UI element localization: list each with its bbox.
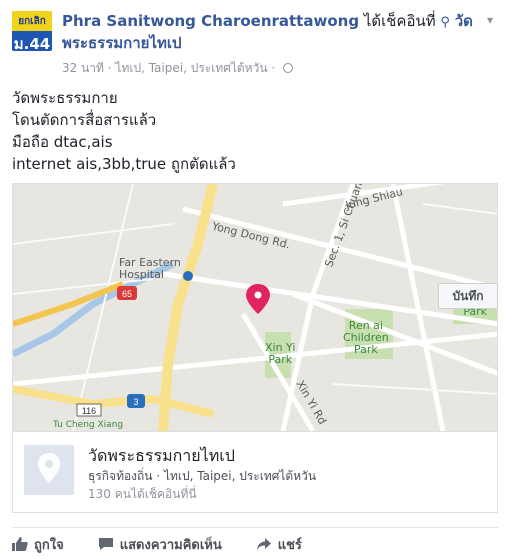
comment-button[interactable]: แสดงความคิดเห็น [98, 534, 222, 555]
hospital-marker [183, 271, 193, 281]
place-info: วัดพระธรรมกายไทเป ธุรกิจท้องถิ่น · ไทเป,… [13, 431, 497, 512]
place-thumbnail[interactable] [24, 445, 74, 495]
map-image[interactable]: 65 3 116 Jung Shiau Yong Dong Rd. Sec. 1… [13, 184, 497, 431]
comment-bubble [98, 538, 113, 550]
page-avatar[interactable]: ยกเลิก ม.44 [12, 11, 52, 51]
actions-divider [12, 527, 498, 528]
thumbs-up-icon [12, 537, 28, 551]
share-button[interactable]: แชร์ [256, 534, 302, 555]
route-3-label: 3 [133, 397, 138, 407]
highway-65 [13, 281, 125, 327]
thumbs-up-hand [16, 537, 28, 551]
post-line-4: internet ais,3bb,true ถูกตัดแล้ว [12, 155, 236, 173]
map-graphic: 65 3 116 [13, 184, 497, 431]
place-thumb-pin-icon [38, 453, 60, 483]
page-name-link[interactable]: Phra Sanitwong Charoenrattawong [62, 12, 359, 30]
like-label: ถูกใจ [34, 537, 64, 553]
meta-separator: · [107, 61, 112, 75]
save-place-button[interactable]: บันทึก [438, 283, 498, 309]
post-header: Phra Sanitwong Charoenrattawong ได้เช็คอ… [62, 11, 482, 54]
place-card[interactable]: 65 3 116 Jung Shiau Yong Dong Rd. Sec. 1… [12, 183, 498, 513]
share-arrow-shape [256, 538, 271, 550]
post-body: วัดพระธรรมกาย โดนตัดการสื่อสารแล้ว มือถื… [12, 87, 236, 175]
highway-main [158, 184, 218, 431]
street-minor-3 [422, 203, 497, 215]
location-pin-icon: ⚲ [440, 15, 450, 30]
highway-south [13, 385, 214, 418]
place-card-title[interactable]: วัดพระธรรมกายไทเป [88, 444, 235, 469]
meta-separator-2: · [271, 61, 276, 75]
share-arrow-icon [256, 538, 271, 550]
street-minor-4 [332, 383, 497, 395]
avatar-text-bottom: ม.44 [13, 35, 51, 51]
route-116-label: 116 [82, 406, 96, 416]
post-time-link[interactable]: 32 นาที [62, 61, 104, 75]
place-card-checkin-count: 130 คนได้เช็คอินที่นี่ [88, 487, 197, 501]
post-line-2: โดนตัดการสื่อสารแล้ว [12, 111, 157, 129]
post-line-3: มือถือ dtac,ais [12, 133, 113, 151]
map-place-pin-dot [254, 291, 262, 299]
thumbs-up-cuff [12, 543, 15, 551]
post-line-1: วัดพระธรรมกาย [12, 89, 118, 107]
map-label-area: Tu Cheng Xiang [53, 420, 124, 430]
place-card-subtitle: ธุรกิจท้องถิ่น · ไทเป, Taipei, ประเทศไต้… [88, 469, 317, 483]
like-button[interactable]: ถูกใจ [12, 534, 64, 555]
street-minor-1 [13, 223, 174, 245]
map-label-hospital: Far Eastern Hospital [119, 256, 181, 281]
map-label-ren-ai: Ren ai Children Park [343, 319, 389, 356]
route-65-label: 65 [122, 289, 132, 299]
avatar-text-top: ยกเลิก [18, 16, 46, 27]
post-meta: 32 นาที · ไทเป, Taipei, ประเทศไต้หวัน · [62, 59, 294, 78]
post-actions: ถูกใจ แสดงความคิดเห็น แชร์ [12, 533, 302, 555]
post-menu-chevron-icon[interactable]: ▾ [482, 12, 498, 28]
place-thumb-pin-dot [45, 460, 53, 468]
globe-icon[interactable] [283, 62, 294, 73]
post-location-link[interactable]: ไทเป, Taipei, ประเทศไต้หวัน [115, 61, 267, 75]
comment-icon [98, 538, 113, 550]
street-minor-2 [72, 184, 134, 431]
map-label-xin-yi-park: Xin Yi Park [265, 341, 296, 366]
feed-post: ยกเลิก ม.44 Phra Sanitwong Charoenrattaw… [0, 0, 510, 559]
checkin-text: ได้เช็คอินที่ [359, 12, 441, 30]
map-place-pin-icon [246, 284, 270, 314]
share-label: แชร์ [277, 537, 302, 553]
comment-label: แสดงความคิดเห็น [119, 537, 222, 553]
